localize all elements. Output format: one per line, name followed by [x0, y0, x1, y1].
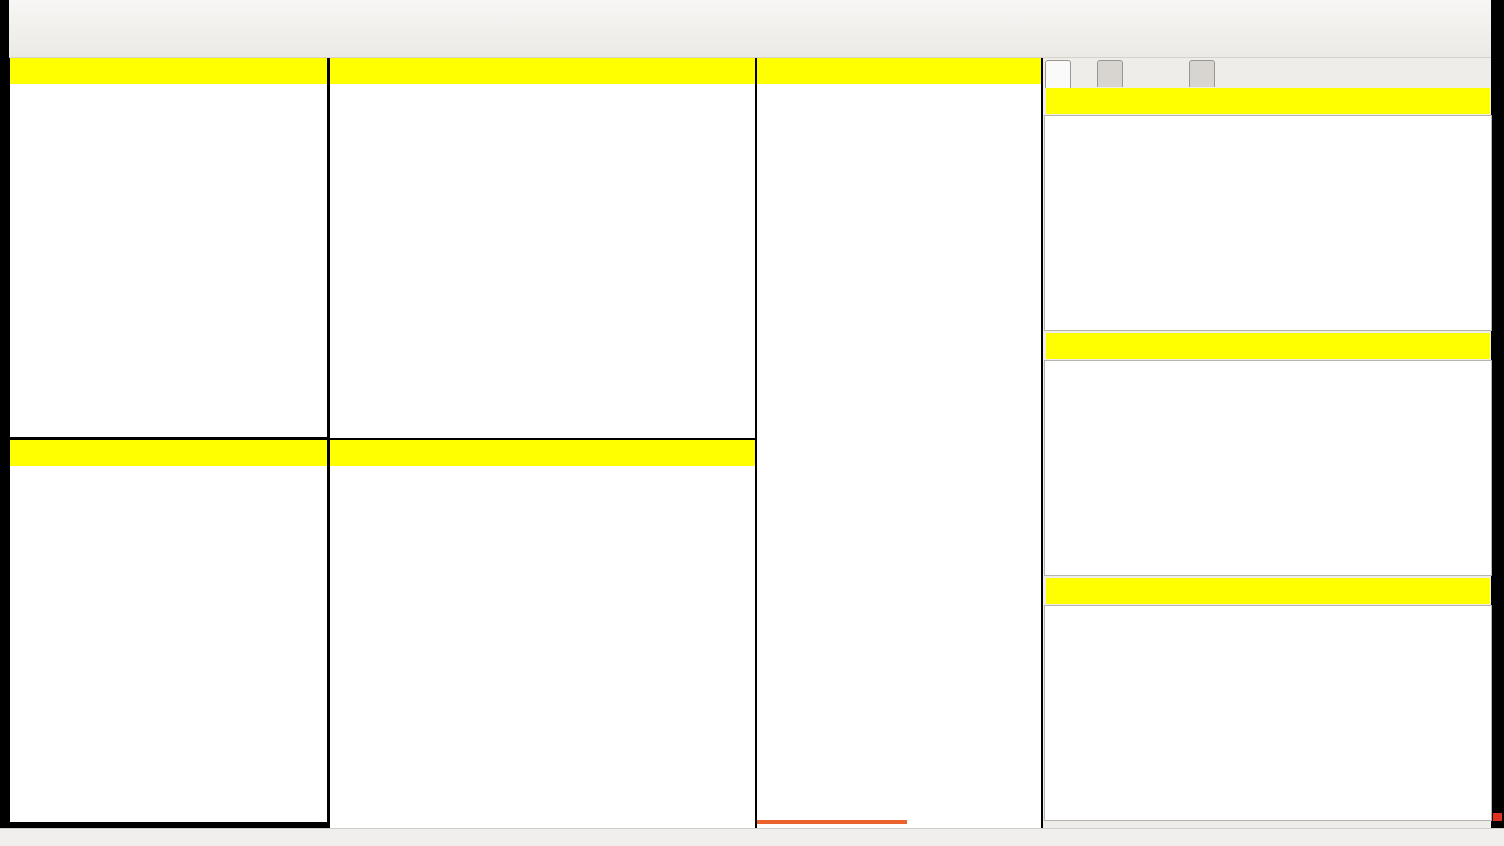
observation-title: [10, 440, 327, 466]
observation-plot[interactable]: [10, 466, 327, 822]
vehicle-phi-title: [1046, 578, 1490, 604]
tab-errors[interactable]: [1045, 60, 1071, 88]
vehicle-x-chart[interactable]: [1044, 115, 1492, 331]
ground-truth-plot[interactable]: [10, 84, 327, 437]
indiv-compat-title: [330, 440, 755, 466]
resize-marker: [1493, 813, 1502, 821]
dat-assoc-panel: [757, 58, 1041, 828]
tab-stats[interactable]: [1189, 60, 1215, 87]
estimated-map-title: [330, 58, 755, 84]
vehicle-y-title: [1046, 333, 1490, 359]
ground-truth-title: [10, 58, 327, 84]
toolbar: [9, 0, 1491, 58]
vehicle-y-chart[interactable]: [1044, 360, 1492, 576]
estimated-map-plot[interactable]: [330, 84, 755, 438]
indiv-compat-plot[interactable]: [330, 466, 755, 828]
vehicle-phi-chart[interactable]: [1044, 605, 1492, 821]
dat-assoc-title: [757, 58, 1041, 84]
vehicle-x-title: [1046, 88, 1490, 114]
app-window: [0, 0, 1504, 846]
tab-data-assoc[interactable]: [1097, 60, 1123, 87]
progress-bar: [757, 820, 907, 824]
status-bar: [0, 828, 1504, 846]
tab-bar: [1043, 58, 1491, 86]
